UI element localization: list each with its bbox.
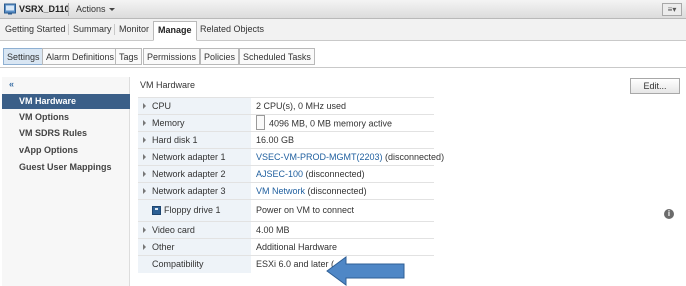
row-value-cell: AJSEC-100 (disconnected) xyxy=(256,169,365,179)
row-label-cell: Video card xyxy=(138,222,251,239)
hardware-row-other[interactable]: Other Additional Hardware xyxy=(138,238,434,256)
hardware-row-hard-disk[interactable]: Hard disk 1 16.00 GB xyxy=(138,131,434,149)
expand-arrow-icon[interactable] xyxy=(143,171,146,177)
expand-arrow-icon[interactable] xyxy=(143,227,146,233)
connection-status: (disconnected) xyxy=(385,152,445,162)
connection-status: (disconnected) xyxy=(305,169,365,179)
row-label: Floppy drive 1 xyxy=(164,205,221,215)
main-tabs: Getting Started Summary Monitor Manage R… xyxy=(0,19,686,41)
nav-item-vm-hardware[interactable]: VM Hardware xyxy=(2,94,130,109)
expand-arrow-icon[interactable] xyxy=(143,188,146,194)
hardware-row-network-adapter-2[interactable]: Network adapter 2 AJSEC-100 (disconnecte… xyxy=(138,165,434,183)
panel-title: VM Hardware xyxy=(140,80,196,90)
tab-getting-started[interactable]: Getting Started xyxy=(5,24,66,34)
row-value: 2 CPU(s), 0 MHz used xyxy=(256,101,347,111)
title-separator xyxy=(68,3,69,16)
vm-icon xyxy=(4,3,16,15)
network-link[interactable]: VM Network xyxy=(256,186,305,196)
row-value: Additional Hardware xyxy=(256,242,338,252)
tab-manage[interactable]: Manage xyxy=(153,21,197,41)
row-label: Network adapter 2 xyxy=(152,169,226,179)
row-label-cell: Hard disk 1 xyxy=(138,132,251,149)
subtab-tags[interactable]: Tags xyxy=(115,48,143,65)
annotation-arrow xyxy=(326,256,405,286)
row-label: Network adapter 3 xyxy=(152,186,226,196)
tab-summary[interactable]: Summary xyxy=(73,24,112,34)
subtab-settings[interactable]: Settings xyxy=(3,48,44,65)
nav-item-vm-sdrs-rules[interactable]: VM SDRS Rules xyxy=(2,126,130,141)
subtab-permissions[interactable]: Permissions xyxy=(143,48,201,65)
title-bar: VSRX_D110 Actions ≡▾ xyxy=(0,0,686,19)
network-link[interactable]: AJSEC-100 xyxy=(256,169,303,179)
hardware-row-cpu[interactable]: CPU 2 CPU(s), 0 MHz used xyxy=(138,97,434,115)
row-label: CPU xyxy=(152,101,172,111)
info-icon[interactable]: i xyxy=(664,209,674,219)
row-label: Video card xyxy=(152,225,195,235)
row-label-cell: Compatibility xyxy=(138,256,251,273)
memory-bar xyxy=(256,115,265,130)
subtab-scheduled-tasks[interactable]: Scheduled Tasks xyxy=(239,48,315,65)
hardware-row-video-card[interactable]: Video card 4.00 MB xyxy=(138,221,434,239)
row-value-cell: VM Network (disconnected) xyxy=(256,186,367,196)
actions-label: Actions xyxy=(76,4,106,14)
expand-arrow-icon[interactable] xyxy=(143,103,146,109)
row-value: 4096 MB, 0 MB memory active xyxy=(269,118,393,129)
expand-arrow-icon[interactable] xyxy=(143,154,146,160)
row-label: Network adapter 1 xyxy=(152,152,226,162)
connection-status: (disconnected) xyxy=(307,186,367,196)
tab-divider xyxy=(114,24,115,35)
nav-item-vapp-options[interactable]: vApp Options xyxy=(2,143,130,158)
hardware-row-floppy-drive[interactable]: Floppy drive 1 Power on VM to connect xyxy=(138,199,434,222)
row-label-cell: Other xyxy=(138,239,251,256)
row-label: Hard disk 1 xyxy=(152,135,198,145)
subtab-policies[interactable]: Policies xyxy=(200,48,240,65)
row-label: Memory xyxy=(152,118,185,128)
actions-menu-button[interactable]: Actions xyxy=(76,4,115,14)
row-label: Compatibility xyxy=(152,259,204,269)
hardware-row-network-adapter-1[interactable]: Network adapter 1 VSEC-VM-PROD-MGMT(2203… xyxy=(138,148,444,166)
nav-item-vm-options[interactable]: VM Options xyxy=(2,110,130,125)
vm-name: VSRX_D110 xyxy=(19,4,70,14)
chevron-down-icon xyxy=(108,8,115,12)
expand-arrow-icon[interactable] xyxy=(143,137,146,143)
edit-button[interactable]: Edit... xyxy=(630,78,680,94)
subtabs-divider xyxy=(0,67,686,68)
network-link[interactable]: VSEC-VM-PROD-MGMT(2203) xyxy=(256,152,383,162)
expand-arrow-icon[interactable] xyxy=(143,244,146,250)
row-value: 4.00 MB xyxy=(256,225,290,235)
hardware-row-memory[interactable]: Memory 4096 MB, 0 MB memory active xyxy=(138,114,434,132)
left-nav: « VM Hardware VM Options VM SDRS Rules v… xyxy=(2,77,130,286)
hardware-row-network-adapter-3[interactable]: Network adapter 3 VM Network (disconnect… xyxy=(138,182,434,200)
row-label-cell: Network adapter 1 xyxy=(138,149,251,166)
row-value-cell: 4096 MB, 0 MB memory active xyxy=(256,115,393,130)
row-label-cell: Memory xyxy=(138,115,251,132)
collapse-icon[interactable]: « xyxy=(9,79,14,89)
row-label-cell: Floppy drive 1 xyxy=(138,200,251,222)
tab-divider xyxy=(68,24,69,35)
floppy-disk-icon xyxy=(152,206,161,216)
expand-arrow-icon[interactable] xyxy=(143,120,146,126)
row-value: 16.00 GB xyxy=(256,135,295,145)
subtab-alarm-definitions[interactable]: Alarm Definitions xyxy=(42,48,119,65)
row-value-cell: VSEC-VM-PROD-MGMT(2203) (disconnected) xyxy=(256,152,444,162)
row-label-cell: Network adapter 2 xyxy=(138,166,251,183)
row-label-cell: Network adapter 3 xyxy=(138,183,251,200)
tab-monitor[interactable]: Monitor xyxy=(119,24,149,34)
tab-related-objects[interactable]: Related Objects xyxy=(200,24,264,34)
row-value: Power on VM to connect xyxy=(256,205,355,215)
row-label: Other xyxy=(152,242,175,252)
row-label-cell: CPU xyxy=(138,98,251,115)
list-icon[interactable]: ≡▾ xyxy=(662,3,682,16)
nav-item-guest-user-mappings[interactable]: Guest User Mappings xyxy=(2,160,130,175)
